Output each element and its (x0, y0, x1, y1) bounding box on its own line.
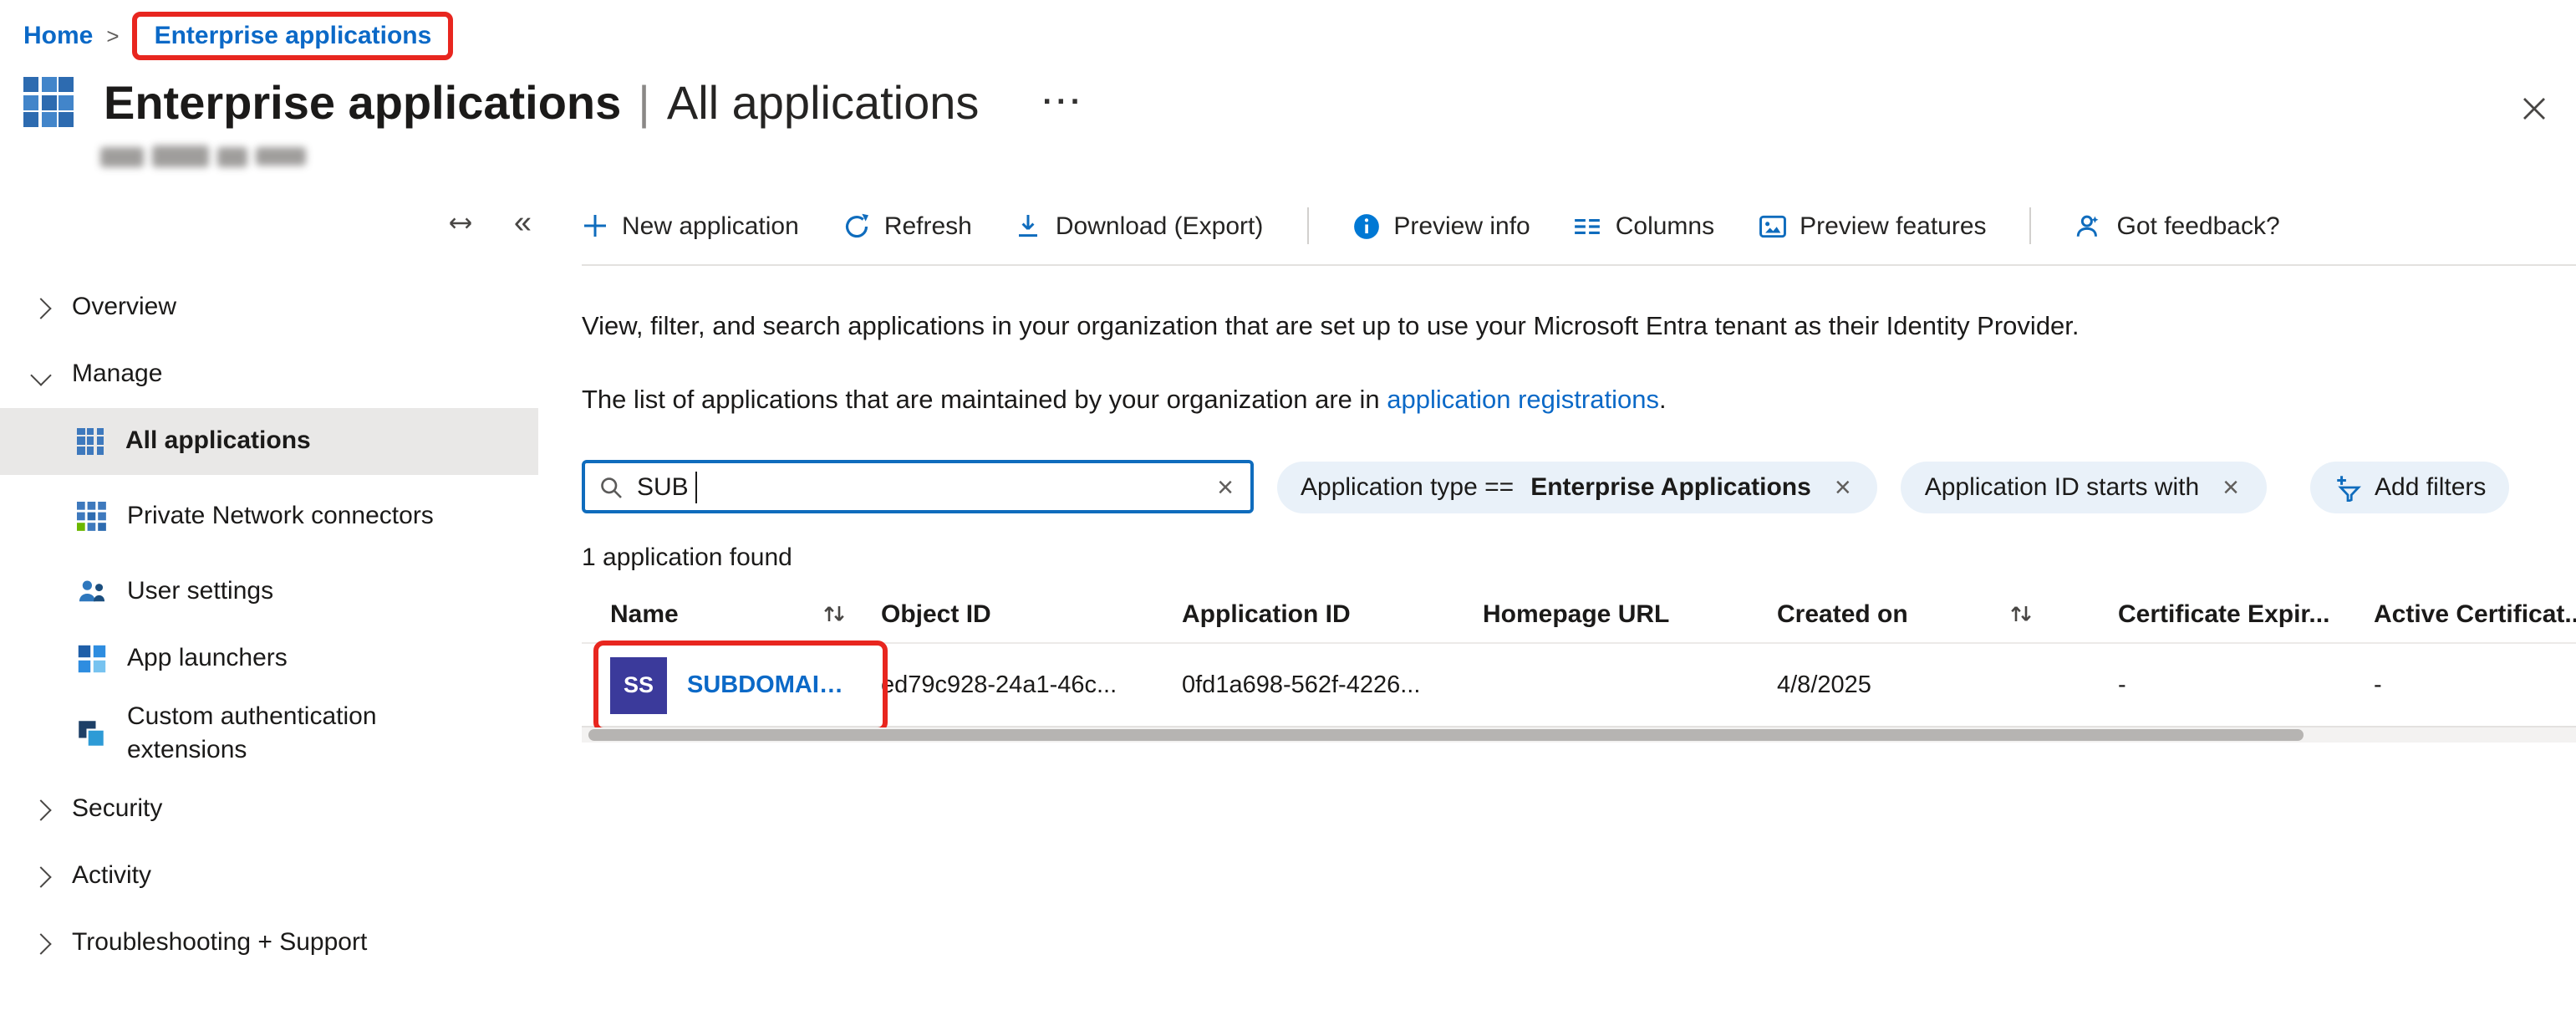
breadcrumb-current-link[interactable]: Enterprise applications (155, 21, 432, 49)
horizontal-scrollbar[interactable] (582, 727, 2576, 743)
chevron-right-icon (30, 932, 51, 953)
column-header-homepage-url[interactable]: Homepage URL (1483, 600, 1777, 628)
cell-name[interactable]: SS SUBDOMAIN.... (582, 656, 881, 713)
result-count: 1 application found (582, 544, 2576, 572)
text-caret (695, 472, 698, 503)
table-header-row: Name Object ID Application ID Homepage U… (582, 585, 2576, 642)
page-title-primary: Enterprise applications (104, 77, 621, 130)
remove-filter-icon[interactable]: × (2219, 472, 2243, 501)
new-application-button[interactable]: New application (582, 212, 799, 240)
sidebar-tools: « (449, 207, 532, 239)
table-row[interactable]: SS SUBDOMAIN.... ed79c928-24a1-46c... 0f… (582, 642, 2576, 727)
got-feedback-button[interactable]: Got feedback? (2075, 212, 2280, 240)
chevron-down-icon (30, 364, 51, 385)
app-registrations-note: The list of applications that are mainta… (582, 386, 2576, 416)
close-icon[interactable] (2512, 87, 2556, 130)
sidebar-item-security[interactable]: Security (0, 776, 538, 843)
chevron-right-icon (30, 297, 51, 318)
extensions-icon (77, 719, 107, 749)
page-title: Enterprise applications | All applicatio… (104, 77, 979, 130)
grid-icon (77, 427, 105, 456)
filter-bar: × Application type == Enterprise Applica… (582, 460, 2576, 513)
sidebar-item-private-network-connectors[interactable]: Private Network connectors (0, 475, 538, 559)
sidebar-item-all-applications[interactable]: All applications (0, 408, 538, 475)
cell-created-on: 4/8/2025 (1777, 671, 2075, 698)
collapse-sidebar-icon[interactable]: « (514, 207, 532, 239)
filter-pill-application-id[interactable]: Application ID starts with × (1901, 461, 2266, 513)
column-header-name[interactable]: Name (582, 600, 881, 628)
download-export-button[interactable]: Download (Export) (1016, 212, 1263, 240)
cell-application-id: 0fd1a698-562f-4226... (1182, 671, 1483, 698)
sort-icon[interactable] (2008, 600, 2034, 627)
main-content: New application Refresh Download (Export… (538, 187, 2576, 1031)
sidebar-item-user-settings[interactable]: User settings (0, 559, 538, 625)
toolbar-separator (582, 264, 2576, 266)
entra-enterprise-apps-page: Home > Enterprise applications Enterpris… (0, 0, 2576, 1031)
sidebar-nav: Overview Manage All applications P (0, 274, 538, 977)
preview-info-button[interactable]: Preview info (1352, 212, 1530, 240)
tenant-name-redacted (100, 145, 306, 167)
cell-certificate-expiring: - (2075, 671, 2374, 698)
add-filter-icon (2333, 472, 2361, 501)
annotation-box-breadcrumb: Enterprise applications (133, 11, 454, 59)
sidebar-item-activity[interactable]: Activity (0, 843, 538, 910)
info-icon (1352, 212, 1380, 240)
breadcrumb-separator-icon: > (106, 23, 119, 48)
users-icon (77, 577, 107, 607)
preview-features-icon (1758, 212, 1786, 240)
application-registrations-link[interactable]: application registrations (1387, 386, 1659, 415)
add-filters-button[interactable]: Add filters (2309, 461, 2509, 513)
search-box: × (582, 460, 1254, 513)
column-header-created-on[interactable]: Created on (1777, 600, 2075, 628)
chevron-right-icon (30, 865, 51, 886)
download-icon (1016, 212, 1042, 239)
cell-active-certificate: - (2374, 671, 2576, 698)
applications-table: Name Object ID Application ID Homepage U… (582, 585, 2576, 743)
sidebar: « Overview Manage All applications (0, 187, 538, 1031)
resize-sidebar-icon[interactable] (449, 211, 474, 236)
application-name-link[interactable]: SUBDOMAIN.... (687, 671, 848, 698)
feedback-icon (2075, 212, 2104, 240)
remove-filter-icon[interactable]: × (1831, 472, 1855, 501)
avatar: SS (610, 656, 667, 713)
sidebar-item-overview[interactable]: Overview (0, 274, 538, 341)
command-bar: New application Refresh Download (Export… (582, 187, 2576, 264)
search-icon (598, 474, 624, 499)
enterprise-applications-logo-icon (23, 77, 77, 130)
filter-pill-application-type[interactable]: Application type == Enterprise Applicati… (1277, 461, 1878, 513)
cell-object-id: ed79c928-24a1-46c... (881, 671, 1182, 698)
scrollbar-thumb[interactable] (588, 729, 2304, 741)
column-header-certificate-expiring[interactable]: Certificate Expir... (2075, 600, 2374, 628)
chevron-right-icon (30, 799, 51, 819)
sidebar-item-app-launchers[interactable]: App launchers (0, 625, 538, 692)
sidebar-item-manage[interactable]: Manage (0, 341, 538, 408)
plus-icon (582, 212, 608, 239)
columns-button[interactable]: Columns (1574, 212, 1714, 240)
page-description: View, filter, and search applications in… (582, 313, 2576, 343)
more-menu-icon[interactable]: ··· (1042, 85, 1084, 122)
column-header-application-id[interactable]: Application ID (1182, 600, 1483, 628)
toolbar-divider (2030, 207, 2032, 244)
columns-icon (1574, 212, 1602, 240)
preview-features-button[interactable]: Preview features (1758, 212, 1986, 240)
sidebar-item-troubleshooting-support[interactable]: Troubleshooting + Support (0, 910, 538, 977)
search-input[interactable] (637, 472, 1214, 501)
toolbar-divider (1306, 207, 1308, 244)
network-connector-icon (77, 502, 107, 532)
column-header-object-id[interactable]: Object ID (881, 600, 1182, 628)
page-header: Enterprise applications | All applicatio… (23, 77, 1084, 130)
app-launcher-icon (77, 644, 107, 674)
refresh-icon (843, 212, 871, 240)
page-title-separator: | (638, 77, 650, 130)
clear-search-icon[interactable]: × (1214, 472, 1237, 501)
refresh-button[interactable]: Refresh (843, 212, 972, 240)
breadcrumb-home-link[interactable]: Home (23, 21, 93, 49)
page-title-secondary: All applications (667, 77, 980, 130)
sidebar-item-custom-authentication-extensions[interactable]: Custom authentication extensions (0, 692, 538, 776)
column-header-active-certificate[interactable]: Active Certificat... (2374, 600, 2576, 628)
breadcrumb: Home > Enterprise applications (23, 7, 453, 64)
sort-icon[interactable] (821, 600, 848, 627)
